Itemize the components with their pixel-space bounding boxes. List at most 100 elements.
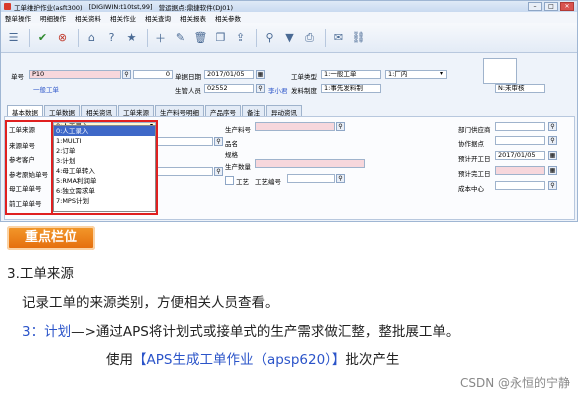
process-label: 工艺 bbox=[236, 178, 249, 186]
home-icon[interactable]: ⌂ bbox=[83, 29, 100, 46]
dept-name-field[interactable] bbox=[495, 136, 545, 145]
toolbar: ☰ ✔ ⊗ ⌂ ? ★ ＋ ✎ 🗑 ❐ ⇪ ⚲ ▼ ⎙ ✉ ⛓ bbox=[1, 23, 577, 53]
lookup-icon[interactable]: ⚲ bbox=[256, 84, 265, 93]
menu-item[interactable]: 相关查询 bbox=[145, 13, 171, 23]
query-icon[interactable]: ⚲ bbox=[261, 29, 278, 46]
issue-label: 发料制度 bbox=[291, 87, 317, 95]
print-icon[interactable]: ⎙ bbox=[301, 29, 318, 46]
plan-start-field[interactable]: 2017/01/05 bbox=[495, 151, 545, 160]
qty-field[interactable] bbox=[255, 159, 365, 168]
menu-item[interactable]: 整单操作 bbox=[5, 13, 31, 23]
lookup-icon[interactable]: ⚲ bbox=[548, 122, 557, 131]
qty-label: 生产数量 bbox=[225, 163, 251, 171]
cancel-icon[interactable]: ⊗ bbox=[54, 29, 71, 46]
erp-window: 工单维护作业(asft300) [DIGIWIN:t10tst,99] 营运据点… bbox=[0, 0, 578, 222]
highlight-box-options bbox=[51, 120, 158, 215]
tab-items[interactable]: 生产料号明细 bbox=[155, 105, 204, 117]
lookup-icon[interactable]: ⚲ bbox=[548, 136, 557, 145]
spec-label: 规格 bbox=[225, 151, 238, 159]
tab-basic[interactable]: 基本数据 bbox=[7, 105, 43, 117]
doc-no-qty[interactable]: 0 bbox=[133, 70, 173, 79]
favorite-icon[interactable]: ★ bbox=[123, 29, 140, 46]
lookup-icon[interactable]: ⚲ bbox=[336, 122, 345, 131]
tab-bar: 基本数据 工单数据 相关资讯 工单来源 生产料号明细 产品序号 备注 异动资讯 bbox=[7, 105, 303, 117]
status-select[interactable]: N:未审核 bbox=[495, 84, 545, 93]
menu-item[interactable]: 相关参数 bbox=[215, 13, 241, 23]
tab-source[interactable]: 工单来源 bbox=[118, 105, 154, 117]
title-bar: 工单维护作业(asft300) [DIGIWIN:t10tst,99] 营运据点… bbox=[1, 1, 577, 12]
menu-item[interactable]: 相关作业 bbox=[110, 13, 136, 23]
tab-serial[interactable]: 产品序号 bbox=[205, 105, 241, 117]
user-code-field[interactable]: 02552 bbox=[204, 84, 254, 93]
note-plan: 3：计划—>通过APS将计划式或接单式的生产需求做汇整，整批展工单。 bbox=[22, 320, 459, 340]
calendar-icon[interactable]: ▦ bbox=[256, 70, 265, 79]
lookup-icon[interactable]: ⚲ bbox=[214, 167, 223, 176]
header-form: 单号 P10 ⚲ 0 单据日期 2017/01/05 ▦ 工单类型 1:一般工单… bbox=[1, 55, 577, 101]
menu-item[interactable]: 相关报表 bbox=[180, 13, 206, 23]
dept-label: 部门供应商 bbox=[458, 126, 491, 134]
plan-end-label: 预计完工日 bbox=[458, 170, 491, 178]
lookup-icon[interactable]: ⚲ bbox=[548, 181, 557, 190]
item-label: 生产料号 bbox=[225, 126, 251, 134]
watermark: CSDN @永恒的宁静 bbox=[459, 376, 570, 390]
close-icon[interactable]: ✕ bbox=[560, 2, 574, 11]
plan-start-label: 预计开工日 bbox=[458, 155, 491, 163]
export-icon[interactable]: ⇪ bbox=[232, 29, 249, 46]
process-no-label: 工艺编号 bbox=[255, 178, 281, 186]
tab-order[interactable]: 工单数据 bbox=[44, 105, 80, 117]
calendar-icon[interactable]: ▦ bbox=[548, 166, 557, 175]
process-no-field[interactable] bbox=[287, 174, 335, 183]
note-usage-prefix: 使用 bbox=[106, 352, 133, 368]
window-title: 工单维护作业(asft300) bbox=[14, 3, 83, 12]
edit-icon[interactable]: ✎ bbox=[172, 29, 189, 46]
tab-changes[interactable]: 异动资讯 bbox=[266, 105, 302, 117]
note-description: 记录工单的来源类别，方便相关人员查看。 bbox=[22, 295, 279, 311]
dept-name-label: 协作据点 bbox=[458, 140, 484, 148]
minimize-icon[interactable]: – bbox=[528, 2, 542, 11]
doc-date-label: 单据日期 bbox=[175, 73, 201, 81]
maximize-icon[interactable]: □ bbox=[544, 2, 558, 11]
ref-source-field[interactable] bbox=[157, 167, 213, 176]
source-no-field[interactable] bbox=[157, 137, 213, 146]
highlight-box-label bbox=[5, 120, 53, 215]
menu-item[interactable]: 相关资料 bbox=[75, 13, 101, 23]
note-plan-text: —>通过APS将计划式或接单式的生产需求做汇整，整批展工单。 bbox=[71, 324, 460, 340]
link-icon[interactable]: ⛓ bbox=[350, 29, 367, 46]
filter-icon[interactable]: ▼ bbox=[281, 29, 298, 46]
name-label: 品名 bbox=[225, 140, 238, 148]
item-field[interactable] bbox=[255, 122, 335, 131]
confirm-icon[interactable]: ✔ bbox=[34, 29, 51, 46]
lookup-icon[interactable]: ⚲ bbox=[122, 70, 131, 79]
help-icon[interactable]: ? bbox=[103, 29, 120, 46]
issue-select[interactable]: 1:事先发料制 bbox=[321, 84, 381, 93]
note-usage: 使用【APS生成工单作业（apsp620）】批次产生 bbox=[106, 348, 399, 368]
user-name: 李小君 bbox=[268, 87, 288, 95]
delete-icon[interactable]: 🗑 bbox=[192, 29, 209, 46]
cost-field[interactable] bbox=[495, 181, 545, 190]
type-select[interactable]: 1:一般工单 bbox=[321, 70, 381, 79]
app-icon bbox=[4, 3, 11, 10]
menu-item[interactable]: 明细操作 bbox=[40, 13, 66, 23]
plan-end-field[interactable] bbox=[495, 166, 545, 175]
process-checkbox[interactable] bbox=[225, 176, 234, 185]
note-usage-suffix: 批次产生 bbox=[345, 352, 400, 368]
add-icon[interactable]: ＋ bbox=[152, 29, 169, 46]
doc-no-label: 单号 bbox=[11, 73, 24, 81]
cost-label: 成本中心 bbox=[458, 185, 484, 193]
copy-icon[interactable]: ❐ bbox=[212, 29, 229, 46]
lookup-icon[interactable]: ⚲ bbox=[336, 174, 345, 183]
calendar-icon[interactable]: ▦ bbox=[548, 151, 557, 160]
dept-field[interactable] bbox=[495, 122, 545, 131]
menu-icon[interactable]: ☰ bbox=[5, 29, 22, 46]
tab-notes[interactable]: 备注 bbox=[242, 105, 265, 117]
attach-icon[interactable]: ✉ bbox=[330, 29, 347, 46]
doc-no-field[interactable]: P10 bbox=[29, 70, 121, 79]
lookup-icon[interactable]: ⚲ bbox=[214, 137, 223, 146]
user-label: 生管人员 bbox=[175, 87, 201, 95]
status-image bbox=[483, 58, 517, 84]
note-heading: 3.工单来源 bbox=[7, 266, 74, 282]
note-usage-program[interactable]: 【APS生成工单作业（apsp620）】 bbox=[133, 352, 345, 368]
chevron-down-icon[interactable]: ▾ bbox=[437, 70, 446, 79]
doc-date-field[interactable]: 2017/01/05 bbox=[204, 70, 254, 79]
tab-related[interactable]: 相关资讯 bbox=[81, 105, 117, 117]
